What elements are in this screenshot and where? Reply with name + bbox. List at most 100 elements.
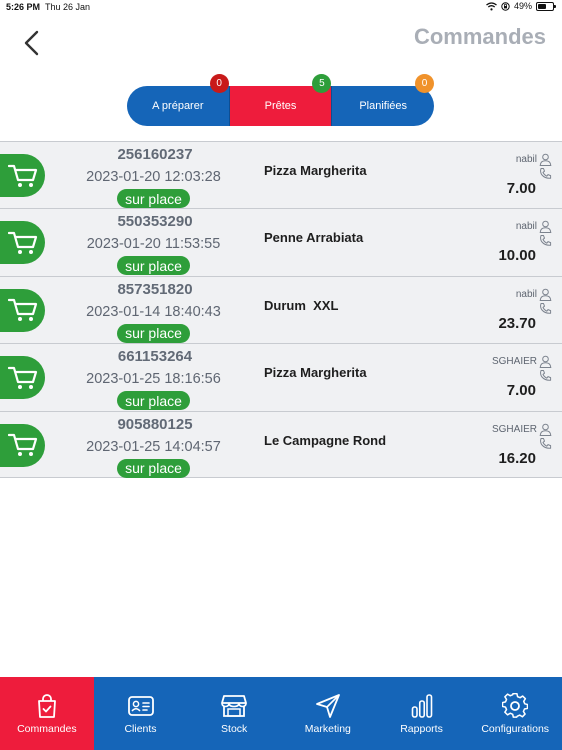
order-row[interactable]: 857351820 2023-01-14 18:40:43 sur place … — [0, 275, 562, 344]
tab-label: A préparer — [152, 100, 204, 112]
order-type-badge: sur place — [117, 256, 190, 276]
order-number: 661153264 — [117, 348, 193, 366]
count-badge: 5 — [312, 74, 332, 93]
nav-rapports[interactable]: Rapports — [375, 677, 469, 750]
order-price: 16.20 — [498, 449, 536, 467]
nav-configurations[interactable]: Configurations — [468, 677, 562, 750]
order-product: Le Campagne Rond — [264, 432, 387, 448]
status-date: Thu 26 Jan — [45, 2, 91, 12]
order-user: SGHAIER — [492, 423, 552, 436]
order-row[interactable]: 661153264 2023-01-25 18:16:56 sur place … — [0, 343, 562, 411]
order-row[interactable]: 256160237 2023-01-20 12:03:28 sur place … — [0, 141, 562, 209]
shopping-cart-icon — [7, 433, 37, 457]
order-username: SGHAIER — [491, 423, 537, 435]
id-card-icon — [127, 696, 154, 716]
nav-label: Clients — [124, 723, 157, 735]
nav-label: Rapports — [400, 723, 443, 735]
order-price: 7.00 — [506, 180, 536, 197]
cart-button[interactable] — [0, 154, 45, 197]
order-product: Penne Arrabiata — [264, 230, 364, 246]
count-badge: 0 — [209, 74, 229, 93]
status-right: 49% — [486, 1, 556, 11]
nav-label: Configurations — [481, 723, 550, 735]
shopping-cart-icon — [7, 164, 37, 187]
status-time: 5:26 PM — [6, 2, 41, 12]
order-user: nabil — [515, 220, 552, 234]
page-title: Commandes — [413, 24, 546, 49]
user-icon — [539, 221, 552, 234]
wifi-icon — [486, 1, 497, 10]
order-number: 256160237 — [117, 146, 193, 163]
battery-icon — [536, 1, 556, 11]
order-price: 23.70 — [498, 314, 536, 332]
order-product: Pizza Margherita — [264, 163, 367, 178]
bottom-nav: Commandes Clients Stock Marketing Rappor… — [0, 677, 562, 750]
nav-commandes[interactable]: Commandes — [0, 677, 94, 750]
back-button[interactable] — [16, 28, 46, 58]
order-user: nabil — [516, 153, 552, 166]
tab-a-preparer[interactable]: A préparer 0 — [127, 74, 229, 126]
tab-label: Prêtes — [264, 100, 297, 112]
order-datetime: 2023-01-20 11:53:55 — [86, 236, 221, 253]
shopping-cart-icon — [7, 299, 37, 322]
phone-icon[interactable] — [539, 369, 552, 387]
tab-pretes[interactable]: Prêtes 5 — [229, 74, 332, 126]
order-product: Pizza Margherita — [264, 365, 367, 381]
order-number: 550353290 — [117, 213, 193, 231]
lock-rotation-icon — [501, 1, 510, 11]
bag-check-icon — [37, 694, 56, 718]
store-icon — [221, 695, 248, 717]
nav-label: Stock — [221, 723, 248, 735]
cart-button[interactable] — [0, 221, 45, 265]
order-number: 905880125 — [117, 415, 193, 433]
count-badge: 0 — [415, 74, 435, 93]
order-status-tabs: A préparer 0 Prêtes 5 Planifiées 0 — [127, 74, 435, 126]
user-icon — [539, 355, 552, 369]
tab-planifiees[interactable]: Planifiées 0 — [332, 74, 435, 126]
phone-icon[interactable] — [539, 234, 552, 252]
nav-label: Marketing — [304, 723, 351, 735]
order-user: SGHAIER — [491, 355, 552, 369]
order-list: 256160237 2023-01-20 12:03:28 sur place … — [0, 141, 562, 478]
battery-percent: 49% — [513, 1, 532, 11]
order-datetime: 2023-01-25 18:16:56 — [86, 371, 221, 388]
navigation-arrow-icon — [315, 694, 340, 718]
user-icon — [539, 153, 552, 166]
bar-chart-icon — [411, 694, 432, 718]
user-icon — [539, 423, 552, 436]
nav-label: Commandes — [17, 723, 77, 735]
order-datetime: 2023-01-20 12:03:28 — [86, 169, 221, 185]
phone-icon[interactable] — [539, 437, 552, 455]
order-user: nabil — [516, 288, 552, 301]
order-username: nabil — [515, 288, 537, 300]
order-username: nabil — [515, 154, 537, 165]
shopping-cart-icon — [7, 231, 37, 254]
cart-button[interactable] — [0, 288, 45, 332]
order-row[interactable]: 550353290 2023-01-20 11:53:55 sur place … — [0, 208, 562, 276]
tab-label: Planifiées — [359, 100, 408, 112]
order-row[interactable]: 905880125 2023-01-25 14:04:57 sur place … — [0, 410, 562, 478]
order-product: Durum XXL — [264, 297, 339, 313]
nav-stock[interactable]: Stock — [187, 677, 281, 750]
order-type-badge: sur place — [117, 323, 190, 343]
order-datetime: 2023-01-14 18:40:43 — [86, 303, 221, 320]
gear-icon — [502, 693, 529, 718]
nav-clients[interactable]: Clients — [94, 677, 188, 750]
phone-icon[interactable] — [539, 302, 552, 320]
order-price: 10.00 — [498, 247, 536, 265]
cart-button[interactable] — [0, 423, 45, 467]
nav-marketing[interactable]: Marketing — [281, 677, 375, 750]
order-datetime: 2023-01-25 14:04:57 — [86, 438, 221, 455]
chevron-left-icon — [24, 30, 39, 56]
order-username: nabil — [515, 221, 537, 233]
order-type-badge: sur place — [117, 458, 190, 478]
status-bar: 5:26 PM Thu 26 Jan 49% — [0, 0, 562, 14]
user-icon — [539, 288, 552, 301]
order-type-badge: sur place — [117, 391, 190, 411]
phone-icon[interactable] — [539, 167, 552, 185]
order-username: SGHAIER — [491, 356, 537, 368]
cart-button[interactable] — [0, 356, 45, 400]
shopping-cart-icon — [7, 366, 37, 389]
order-type-badge: sur place — [117, 189, 190, 208]
order-price: 7.00 — [506, 382, 536, 400]
